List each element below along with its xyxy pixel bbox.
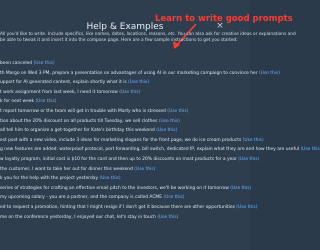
example-text: k you for the help with the project yest…	[0, 176, 99, 182]
example-text: g new features are added: waterproof pro…	[0, 147, 300, 153]
example-item: th Margo on Wed 3 PM, prepare a presenta…	[0, 69, 320, 79]
intro-text: All you'd like to write. Include specifi…	[0, 32, 296, 43]
example-text: est post with a new video, include 3 ide…	[0, 137, 242, 143]
use-this-link[interactable]: (Use this)	[35, 99, 56, 104]
example-item: tion about the 20% discount on all produ…	[0, 117, 320, 127]
example-text: t work assignment from last week, I need…	[0, 89, 118, 95]
example-text: t report tomorrow or the team will get i…	[0, 108, 166, 114]
use-this-link[interactable]: (Use this)	[128, 80, 149, 85]
use-this-link[interactable]: (Use this)	[243, 138, 264, 143]
use-this-link[interactable]: (Use this)	[163, 195, 184, 200]
example-item: t work assignment from last week, I need…	[0, 88, 320, 98]
use-this-link[interactable]: (Use this)	[134, 167, 155, 172]
example-text: w loyalty program, initial cost is $10 f…	[0, 156, 237, 162]
example-text: me on the conference yesterday, I enjoye…	[0, 214, 156, 220]
use-this-link[interactable]: (Use this)	[230, 186, 251, 191]
example-item: series of strategies for crafting an eff…	[0, 184, 320, 194]
help-examples-dialog: Help & Examples × Learn to write good pr…	[0, 0, 320, 250]
example-text: all tell him to organize a get-together …	[0, 128, 155, 134]
example-item: w loyalty program, initial cost is $10 f…	[0, 155, 320, 165]
use-this-link[interactable]: (Use this)	[159, 119, 180, 124]
use-this-link[interactable]: (Use this)	[259, 71, 280, 76]
example-text: k for next week	[0, 99, 35, 105]
example-item: ed to request a promotion, hinting that …	[0, 203, 320, 213]
use-this-link[interactable]: (Use this)	[156, 128, 177, 133]
use-this-link[interactable]: (Use this)	[119, 90, 140, 95]
example-item: g new features are added: waterproof pro…	[0, 145, 320, 155]
example-text: been canceled	[0, 61, 33, 66]
example-item: k for next week (Use this)	[0, 97, 320, 107]
example-item: k you for the help with the project yest…	[0, 174, 320, 184]
examples-list: been canceled (Use this) th Margo on Wed …	[0, 59, 320, 222]
example-text: the customer, I want to take her out for…	[0, 166, 133, 172]
example-item: t report tomorrow or the team will get i…	[0, 107, 320, 117]
example-item: upport for AI generated content, explain…	[0, 78, 320, 88]
example-text: th Margo on Wed 3 PM, prepare a presenta…	[0, 70, 258, 76]
example-text: upport for AI generated content, explain…	[0, 80, 127, 86]
example-item: est post with a new video, include 3 ide…	[0, 136, 320, 146]
use-this-link[interactable]: (Use this)	[238, 157, 259, 162]
use-this-link[interactable]: (Use this)	[300, 147, 320, 152]
example-text: series of strategies for crafting an eff…	[0, 185, 229, 191]
callout-annotation: Learn to write good prompts	[155, 14, 293, 24]
example-item: the customer, I want to take her out for…	[0, 165, 320, 175]
example-item: my upcoming salary - you are a partner, …	[0, 193, 320, 203]
example-item: been canceled (Use this)	[0, 59, 320, 69]
use-this-link[interactable]: (Use this)	[157, 215, 178, 220]
use-this-link[interactable]: (Use this)	[100, 176, 121, 181]
use-this-link[interactable]: (Use this)	[236, 205, 257, 210]
use-this-link[interactable]: (Use this)	[34, 61, 55, 66]
example-item: me on the conference yesterday, I enjoye…	[0, 213, 320, 223]
use-this-link[interactable]: (Use this)	[167, 109, 188, 114]
example-text: my upcoming salary - you are a partner, …	[0, 195, 162, 201]
example-text: tion about the 20% discount on all produ…	[0, 118, 158, 124]
example-item: all tell him to organize a get-together …	[0, 126, 320, 136]
example-text: ed to request a promotion, hinting that …	[0, 204, 235, 210]
